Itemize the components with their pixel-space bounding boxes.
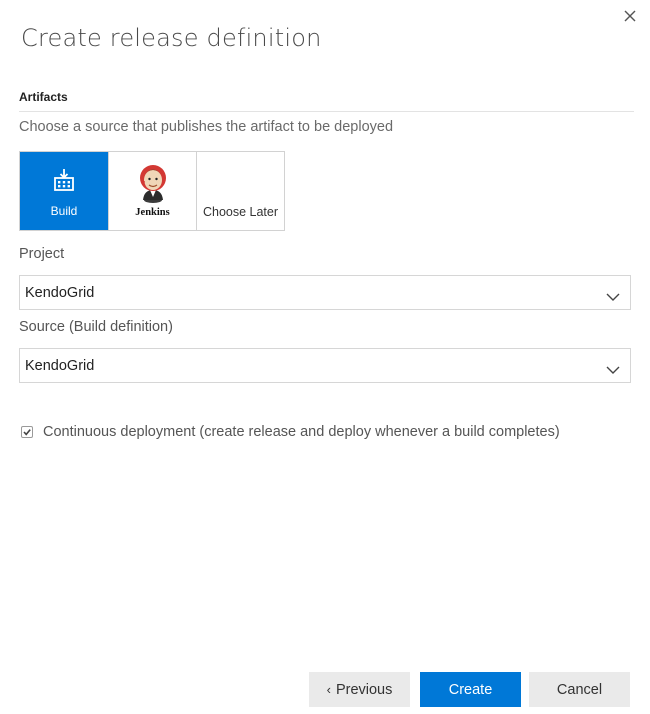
source-label: Source (Build definition) [19, 319, 173, 335]
build-icon [52, 168, 76, 196]
create-button[interactable]: Create [420, 672, 521, 707]
project-select[interactable]: KendoGrid [19, 275, 631, 310]
artifacts-subtitle: Choose a source that publishes the artif… [19, 119, 394, 135]
continuous-deployment-label: Continuous deployment (create release an… [43, 424, 560, 440]
source-tile-label: Choose Later [202, 205, 279, 219]
project-label: Project [19, 246, 65, 262]
source-tile-label: Build [50, 204, 78, 218]
section-divider [19, 111, 634, 112]
source-select[interactable]: KendoGrid [19, 348, 631, 383]
create-release-dialog: Create release definition Artifacts Choo… [0, 0, 650, 714]
jenkins-logo [133, 160, 173, 208]
project-select-value: KendoGrid [25, 285, 95, 301]
artifacts-section-label: Artifacts [19, 90, 68, 104]
source-tile-build[interactable]: Build [20, 152, 108, 230]
source-tile-label: Jenkins [135, 207, 170, 218]
continuous-deployment-checkbox[interactable] [21, 426, 33, 438]
source-tile-jenkins[interactable]: Jenkins [108, 152, 196, 230]
chevron-left-icon: ‹ [326, 682, 331, 697]
close-icon[interactable] [620, 6, 640, 26]
cancel-button[interactable]: Cancel [529, 672, 630, 707]
chevron-down-icon [606, 360, 620, 374]
dialog-title: Create release definition [21, 24, 322, 52]
source-tile-choose-later[interactable]: Choose Later [196, 152, 284, 230]
chevron-down-icon [606, 287, 620, 301]
artifact-source-picker: Build Jenkins Choose Later [19, 151, 285, 231]
previous-button[interactable]: ‹ Previous [309, 672, 410, 707]
source-select-value: KendoGrid [25, 358, 95, 374]
previous-button-label: Previous [335, 681, 393, 698]
